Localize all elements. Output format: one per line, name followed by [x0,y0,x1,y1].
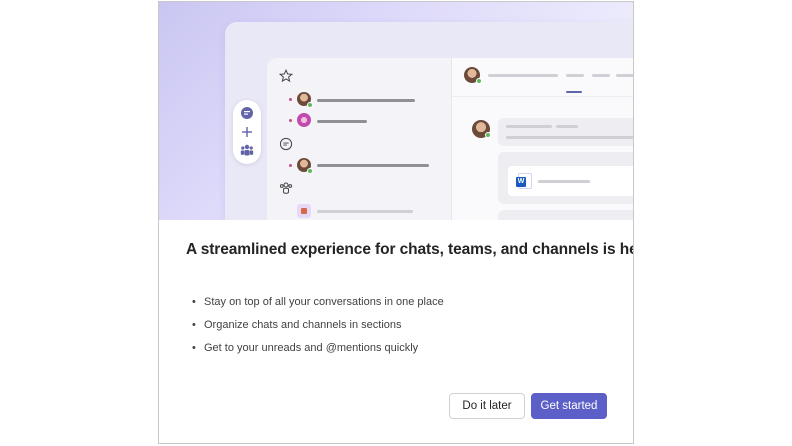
team-avatar [297,204,311,218]
message-bar [506,125,552,128]
chat-title-bar [317,120,367,123]
word-file-icon [516,173,532,189]
header-tab [592,74,610,77]
attachment-name-bar [538,180,590,183]
feature-item: Organize chats and channels in sections [192,314,444,337]
message-bar [556,125,578,128]
presence-dot [485,132,491,138]
presence-dot [307,102,313,108]
header-title-bar [488,74,558,77]
dialog-title: A streamlined experience for chats, team… [186,241,634,258]
chat-list-mock [267,58,451,220]
plus-icon [240,125,254,139]
onboarding-dialog: A streamlined experience for chats, team… [158,1,634,444]
message-card [498,210,633,220]
chat-bubble-icon [279,137,293,156]
message-bar [506,136,633,139]
presence-dot [307,168,313,174]
feature-list: Stay on top of all your conversations in… [192,291,444,360]
conversation-mock [451,58,633,220]
team-title-bar [317,210,413,213]
avatar [297,113,311,127]
do-it-later-button[interactable]: Do it later [449,393,525,419]
illustration [159,2,633,220]
header-tab [616,74,633,77]
unread-dot [289,119,292,122]
unread-dot [289,98,292,101]
header-tab [566,74,584,77]
feature-item: Stay on top of all your conversations in… [192,291,444,314]
teams-icon [240,143,254,157]
chat-title-bar [317,99,415,102]
teams-group-icon [279,181,293,200]
star-icon [278,68,294,88]
chat-title-bar [317,164,429,167]
feature-item: Get to your unreads and @mentions quickl… [192,337,444,360]
message-card [498,118,633,146]
app-rail [233,100,261,164]
chat-icon [240,106,254,120]
divider [452,96,633,97]
dialog-content: A streamlined experience for chats, team… [159,220,633,443]
unread-dot [289,164,292,167]
presence-dot [476,78,482,84]
get-started-button[interactable]: Get started [531,393,607,419]
active-tab-underline [566,91,582,93]
